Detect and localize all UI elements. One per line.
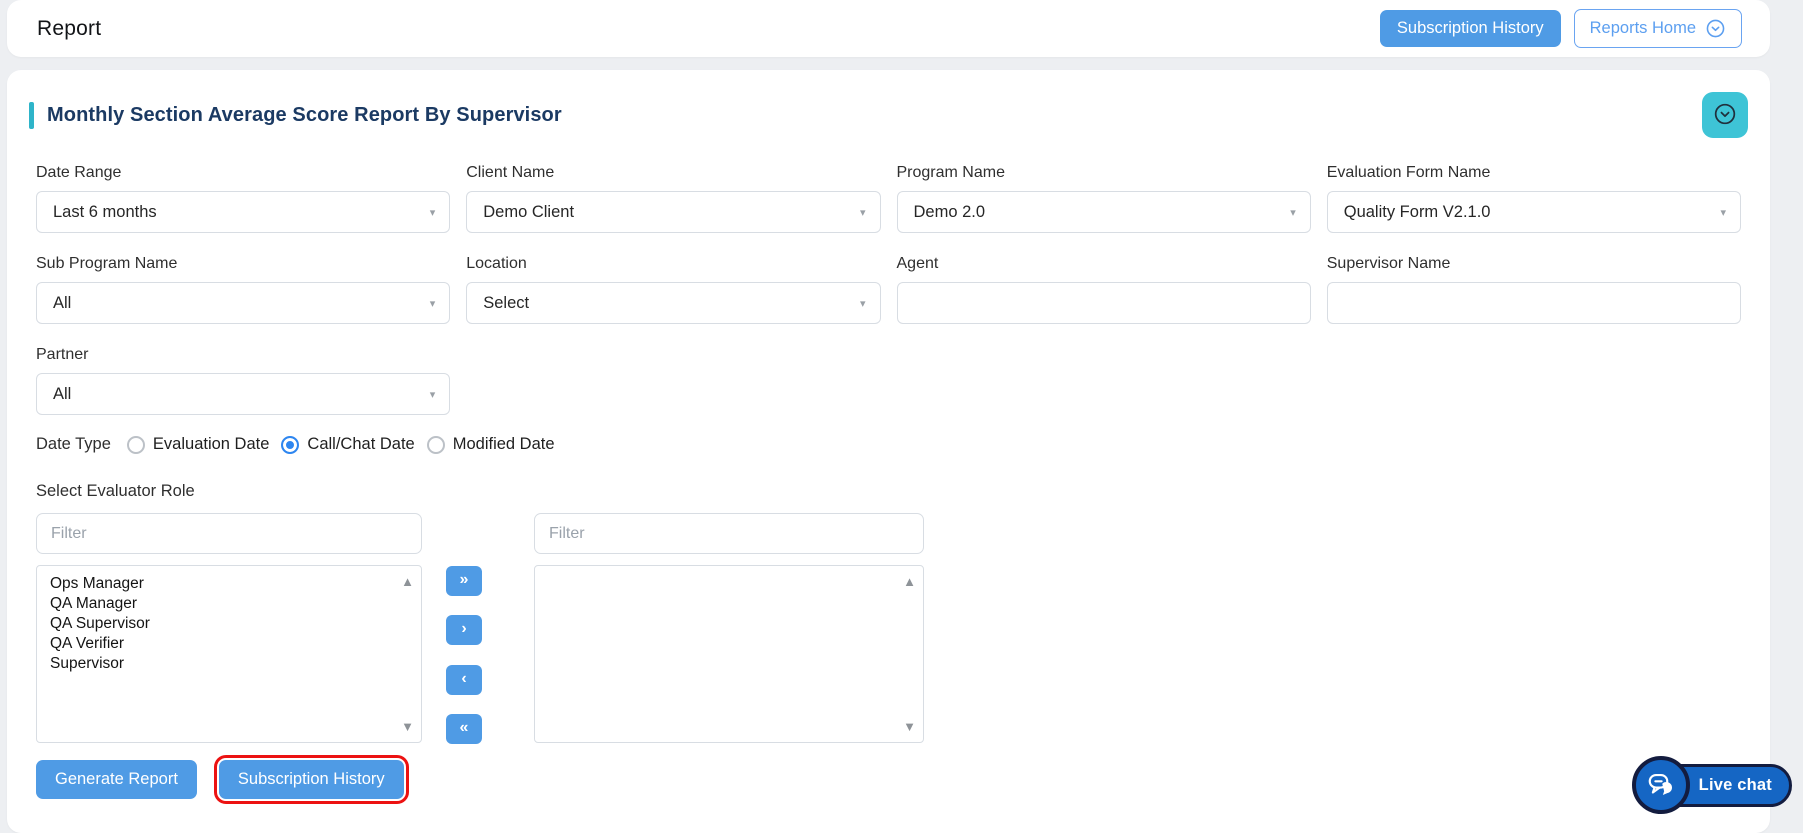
field-partner: Partner All ▾ bbox=[36, 346, 450, 415]
evaluation-form-name-select[interactable]: Quality Form V2.1.0 ▾ bbox=[1327, 191, 1741, 233]
select-value: Demo 2.0 bbox=[914, 203, 986, 222]
top-header-bar: Report Subscription History Reports Home bbox=[7, 0, 1770, 57]
agent-label: Agent bbox=[897, 255, 1311, 273]
radio-label: Evaluation Date bbox=[153, 435, 270, 454]
date-range-label: Date Range bbox=[36, 164, 450, 182]
select-value: Demo Client bbox=[483, 203, 574, 222]
radio-circle-icon bbox=[127, 436, 145, 454]
radio-modified-date[interactable]: Modified Date bbox=[427, 435, 555, 454]
list-item[interactable]: Ops Manager bbox=[50, 574, 391, 594]
page-title: Report bbox=[37, 17, 101, 41]
report-filter-grid: Date Range Last 6 months ▾ Client Name D… bbox=[36, 164, 1741, 415]
field-program-name: Program Name Demo 2.0 ▾ bbox=[897, 164, 1311, 233]
selected-roles-filter-input[interactable] bbox=[534, 513, 924, 554]
chat-bubbles-icon[interactable] bbox=[1632, 756, 1690, 814]
evaluation-form-name-label: Evaluation Form Name bbox=[1327, 164, 1741, 182]
program-name-label: Program Name bbox=[897, 164, 1311, 182]
reports-home-label: Reports Home bbox=[1590, 19, 1696, 38]
sub-program-name-select[interactable]: All ▾ bbox=[36, 282, 450, 324]
caret-down-icon: ▾ bbox=[860, 206, 866, 219]
agent-input[interactable] bbox=[897, 282, 1311, 324]
move-right-button[interactable]: › bbox=[446, 615, 482, 645]
radio-circle-icon bbox=[427, 436, 445, 454]
radio-circle-checked-icon bbox=[281, 436, 299, 454]
caret-down-icon: ▾ bbox=[1720, 206, 1726, 219]
report-title-wrap: Monthly Section Average Score Report By … bbox=[29, 102, 562, 129]
radio-label: Modified Date bbox=[453, 435, 555, 454]
select-value: Quality Form V2.1.0 bbox=[1344, 203, 1491, 222]
available-roles-filter-input[interactable] bbox=[36, 513, 422, 554]
field-supervisor-name: Supervisor Name bbox=[1327, 255, 1741, 324]
date-type-label: Date Type bbox=[36, 435, 111, 454]
list-item[interactable]: QA Verifier bbox=[50, 634, 391, 654]
location-label: Location bbox=[466, 255, 880, 273]
move-all-right-button[interactable]: » bbox=[446, 566, 482, 596]
collapse-panel-button[interactable] bbox=[1702, 92, 1748, 138]
radio-label: Call/Chat Date bbox=[307, 435, 414, 454]
location-select[interactable]: Select ▾ bbox=[466, 282, 880, 324]
selected-roles-column: ▲ ▼ bbox=[534, 513, 924, 744]
available-roles-column: Ops Manager QA Manager QA Supervisor QA … bbox=[36, 513, 422, 744]
available-roles-listbox[interactable]: Ops Manager QA Manager QA Supervisor QA … bbox=[36, 565, 422, 743]
header-actions: Subscription History Reports Home bbox=[1380, 9, 1742, 48]
chevron-down-circle-icon bbox=[1712, 101, 1738, 130]
client-name-label: Client Name bbox=[466, 164, 880, 182]
select-value: All bbox=[53, 385, 71, 404]
list-item[interactable]: QA Supervisor bbox=[50, 614, 391, 634]
select-value: Select bbox=[483, 294, 529, 313]
live-chat-label: Live chat bbox=[1699, 776, 1772, 795]
reports-home-button[interactable]: Reports Home bbox=[1574, 9, 1742, 48]
date-range-select[interactable]: Last 6 months ▾ bbox=[36, 191, 450, 233]
field-client-name: Client Name Demo Client ▾ bbox=[466, 164, 880, 233]
selected-roles-listbox[interactable]: ▲ ▼ bbox=[534, 565, 924, 743]
partner-label: Partner bbox=[36, 346, 450, 364]
move-all-left-button[interactable]: « bbox=[446, 714, 482, 744]
move-left-button[interactable]: ‹ bbox=[446, 665, 482, 695]
field-sub-program-name: Sub Program Name All ▾ bbox=[36, 255, 450, 324]
subscription-history-header-button[interactable]: Subscription History bbox=[1380, 10, 1561, 47]
field-date-range: Date Range Last 6 months ▾ bbox=[36, 164, 450, 233]
select-value: Last 6 months bbox=[53, 203, 157, 222]
caret-down-icon: ▾ bbox=[860, 297, 866, 310]
field-location: Location Select ▾ bbox=[466, 255, 880, 324]
accent-bar bbox=[29, 102, 34, 129]
transfer-buttons-column: » › ‹ « bbox=[446, 513, 482, 744]
radio-call-chat-date[interactable]: Call/Chat Date bbox=[281, 435, 414, 454]
subscription-history-button[interactable]: Subscription History bbox=[219, 760, 404, 799]
scroll-down-icon[interactable]: ▼ bbox=[401, 720, 414, 733]
caret-down-icon: ▾ bbox=[430, 206, 436, 219]
list-item[interactable]: QA Manager bbox=[50, 594, 391, 614]
list-item[interactable]: Supervisor bbox=[50, 654, 391, 674]
supervisor-name-label: Supervisor Name bbox=[1327, 255, 1741, 273]
partner-select[interactable]: All ▾ bbox=[36, 373, 450, 415]
live-chat-widget[interactable]: Live chat bbox=[1638, 764, 1792, 807]
caret-down-icon: ▾ bbox=[1290, 206, 1296, 219]
evaluator-role-dual-list: Ops Manager QA Manager QA Supervisor QA … bbox=[36, 513, 1741, 744]
supervisor-name-input[interactable] bbox=[1327, 282, 1741, 324]
evaluator-role-label: Select Evaluator Role bbox=[36, 482, 1741, 501]
report-card: Monthly Section Average Score Report By … bbox=[7, 70, 1770, 833]
program-name-select[interactable]: Demo 2.0 ▾ bbox=[897, 191, 1311, 233]
caret-down-icon: ▾ bbox=[430, 388, 436, 401]
report-actions: Generate Report Subscription History bbox=[36, 760, 1741, 799]
select-value: All bbox=[53, 294, 71, 313]
field-agent: Agent bbox=[897, 255, 1311, 324]
field-evaluation-form-name: Evaluation Form Name Quality Form V2.1.0… bbox=[1327, 164, 1741, 233]
scroll-up-icon[interactable]: ▲ bbox=[401, 575, 414, 588]
report-title: Monthly Section Average Score Report By … bbox=[47, 104, 562, 127]
sub-program-name-label: Sub Program Name bbox=[36, 255, 450, 273]
scroll-up-icon[interactable]: ▲ bbox=[903, 575, 916, 588]
date-type-row: Date Type Evaluation Date Call/Chat Date… bbox=[36, 435, 1741, 454]
client-name-select[interactable]: Demo Client ▾ bbox=[466, 191, 880, 233]
scroll-down-icon[interactable]: ▼ bbox=[903, 720, 916, 733]
caret-down-icon: ▾ bbox=[430, 297, 436, 310]
chevron-down-circle-icon bbox=[1705, 18, 1726, 39]
radio-evaluation-date[interactable]: Evaluation Date bbox=[127, 435, 270, 454]
report-card-header: Monthly Section Average Score Report By … bbox=[29, 92, 1748, 138]
generate-report-button[interactable]: Generate Report bbox=[36, 760, 197, 799]
